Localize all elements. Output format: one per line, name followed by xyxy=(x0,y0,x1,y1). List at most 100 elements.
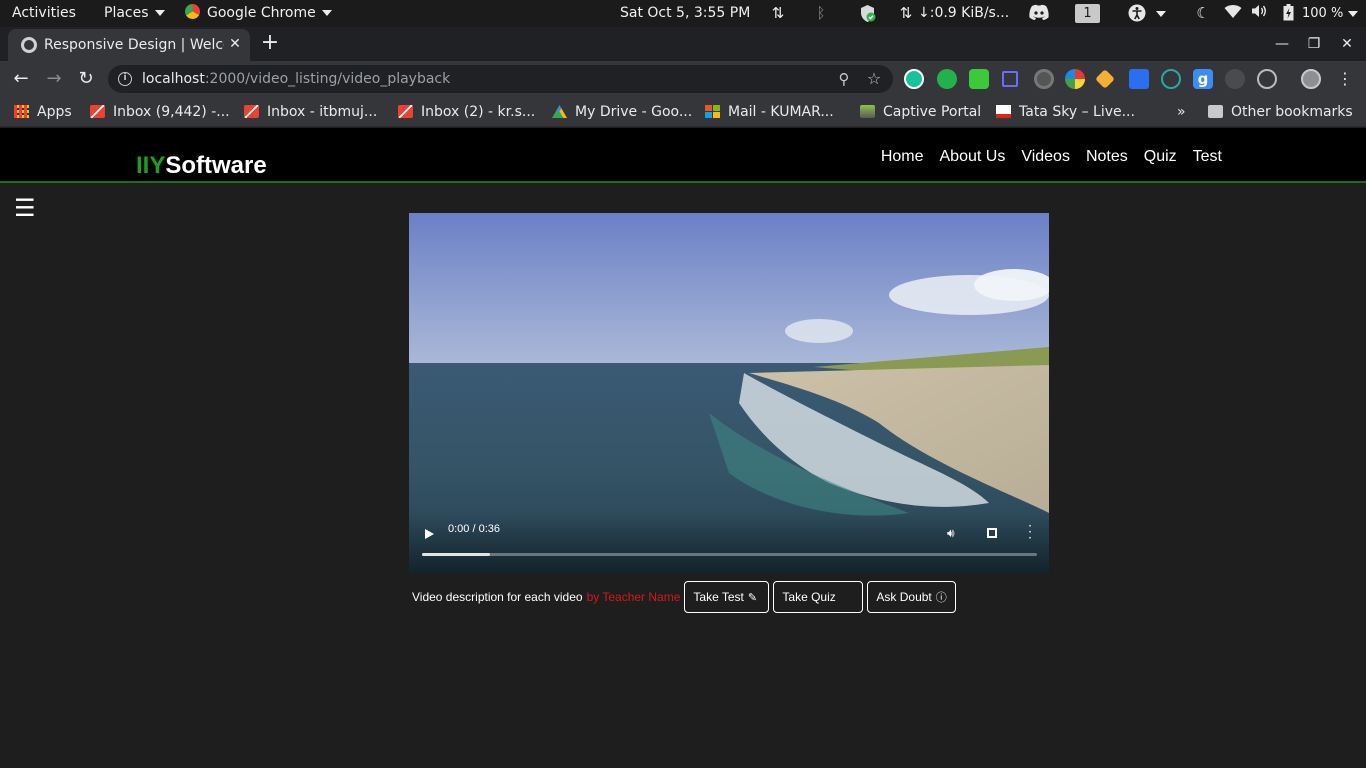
back-arrow-icon[interactable]: ← xyxy=(7,65,35,93)
places-menu[interactable]: Places xyxy=(104,0,165,27)
record-extension-icon[interactable] xyxy=(1034,69,1054,89)
battery-icon[interactable] xyxy=(1281,4,1295,23)
hamburger-menu-icon[interactable]: ☰ xyxy=(14,196,36,220)
nav-about-us[interactable]: About Us xyxy=(940,148,1006,166)
teal-extension-icon[interactable] xyxy=(1161,69,1181,89)
hand-extension-icon[interactable] xyxy=(937,69,957,89)
nav-videos[interactable]: Videos xyxy=(1021,148,1070,166)
accessibility-icon[interactable] xyxy=(1128,4,1146,23)
activities-button[interactable]: Activities xyxy=(12,0,76,27)
bluetooth-icon[interactable]: ᛒ xyxy=(813,4,829,23)
gray-extension-icon[interactable] xyxy=(1225,69,1245,89)
zoom-icon[interactable]: ⚲ xyxy=(834,69,854,89)
react-extension-icon[interactable] xyxy=(1257,69,1277,89)
night-light-icon: ☾ xyxy=(1196,4,1210,22)
system-top-bar: Activities Places Google Chrome Sat Oct … xyxy=(0,0,1366,27)
network-transfer-icon: ⇅ xyxy=(771,4,785,22)
restore-icon[interactable]: ❐ xyxy=(1301,31,1327,57)
gmail-icon xyxy=(398,105,413,118)
nav-home[interactable]: Home xyxy=(881,148,924,166)
other-bookmarks-folder[interactable]: Other bookmarks xyxy=(1208,97,1353,127)
take-quiz-button[interactable]: Take Quiz xyxy=(773,581,864,613)
fullscreen-icon[interactable] xyxy=(987,528,997,538)
take-quiz-label: Take Quiz xyxy=(782,590,836,604)
browser-tab[interactable]: Responsive Design | Welcome ✕ xyxy=(8,29,250,61)
play-icon[interactable] xyxy=(425,529,434,539)
tata-sky-icon xyxy=(996,105,1011,118)
minimize-icon[interactable]: — xyxy=(1269,31,1295,57)
chevron-down-icon xyxy=(1348,11,1358,17)
teacher-name[interactable]: by Teacher Name xyxy=(587,590,681,604)
chip-extension-icon[interactable] xyxy=(1002,71,1018,87)
bookmark-mail[interactable]: Mail - KUMAR... xyxy=(705,97,834,127)
bookmark-label: Inbox (9,442) -... xyxy=(113,104,230,120)
new-tab-button[interactable]: + xyxy=(258,31,282,55)
bookmarks-bar: Apps Inbox (9,442) -... Inbox - itbmuj..… xyxy=(0,97,1366,127)
bookmark-label: Inbox - itbmuj... xyxy=(267,104,378,120)
network-speed[interactable]: ↓:0.9 KiB/s... xyxy=(918,0,1009,27)
url-text[interactable]: localhost:2000/video_listing/video_playb… xyxy=(142,65,450,93)
close-window-icon[interactable]: ✕ xyxy=(1334,31,1360,57)
bookmark-drive[interactable]: My Drive - Goo... xyxy=(552,97,692,127)
brand-accent: IIY xyxy=(136,152,166,179)
video-description: Video description for each video xyxy=(412,590,583,604)
window-extension-icon[interactable] xyxy=(1129,69,1149,89)
kebab-menu-icon[interactable]: ⋮ xyxy=(1331,65,1359,93)
app-menu[interactable]: Google Chrome xyxy=(185,0,332,27)
grammarly-extension-icon[interactable] xyxy=(904,69,924,89)
green-extension-icon[interactable] xyxy=(969,69,989,89)
bookmark-inbox-3[interactable]: Inbox (2) - kr.s... xyxy=(398,97,535,127)
address-bar[interactable]: i localhost:2000/video_listing/video_pla… xyxy=(108,65,893,93)
color-extension-icon[interactable] xyxy=(1065,69,1085,89)
forward-arrow-icon[interactable]: → xyxy=(40,65,68,93)
shield-icon[interactable] xyxy=(858,4,877,23)
app-label: Google Chrome xyxy=(207,5,316,21)
gmail-icon xyxy=(90,105,105,118)
chevron-down-icon xyxy=(1156,11,1166,17)
close-tab-icon[interactable]: ✕ xyxy=(226,35,244,53)
video-player[interactable]: 0:00 / 0:36 🔊︎ · · · xyxy=(409,213,1049,573)
profile-avatar-icon[interactable] xyxy=(1301,69,1321,89)
bookmark-inbox-2[interactable]: Inbox - itbmuj... xyxy=(244,97,377,127)
captive-portal-icon xyxy=(860,105,875,118)
google-drive-icon xyxy=(552,105,567,118)
nav-test[interactable]: Test xyxy=(1193,148,1222,166)
bookmark-apps[interactable]: Apps xyxy=(14,97,72,127)
pencil-extension-icon[interactable] xyxy=(1095,69,1115,89)
edit-icon: ✎ xyxy=(747,591,758,604)
chevron-down-icon xyxy=(321,10,332,16)
places-label: Places xyxy=(104,5,149,21)
bookmark-star-icon[interactable]: ☆ xyxy=(864,69,884,89)
bookmark-label: Tata Sky – Live... xyxy=(1019,104,1135,120)
video-details-row: Video description for each video by Teac… xyxy=(409,581,957,613)
wifi-icon[interactable] xyxy=(1224,4,1242,23)
info-icon[interactable]: i xyxy=(118,72,132,86)
workspace-indicator[interactable]: 1 xyxy=(1075,4,1100,23)
bookmark-label: Mail - KUMAR... xyxy=(728,104,834,120)
take-test-label: Take Test xyxy=(693,590,744,604)
nav-links: Home About Us Videos Notes Quiz Test xyxy=(881,148,1222,166)
bookmark-tata-sky[interactable]: Tata Sky – Live... xyxy=(996,97,1135,127)
battery-percentage: 100 % xyxy=(1302,6,1344,21)
gmail-icon xyxy=(244,105,259,118)
bookmark-inbox-1[interactable]: Inbox (9,442) -... xyxy=(90,97,230,127)
video-more-options-icon[interactable]: · · · xyxy=(1025,520,1035,544)
g-extension-icon[interactable]: g xyxy=(1193,69,1213,89)
tab-title: Responsive Design | Welcome xyxy=(44,37,224,53)
globe-icon xyxy=(21,37,37,53)
volume-icon[interactable] xyxy=(1251,4,1267,23)
nav-quiz[interactable]: Quiz xyxy=(1144,148,1177,166)
volume-icon[interactable]: 🔊︎ xyxy=(947,526,961,540)
nav-notes[interactable]: Notes xyxy=(1086,148,1128,166)
reload-icon[interactable]: ↻ xyxy=(72,65,100,93)
take-test-button[interactable]: Take Test ✎ xyxy=(684,581,770,613)
bookmark-captive-portal[interactable]: Captive Portal xyxy=(860,97,981,127)
browser-toolbar: ← → ↻ i localhost:2000/video_listing/vid… xyxy=(0,61,1366,97)
other-bookmarks-label: Other bookmarks xyxy=(1231,104,1353,120)
site-logo[interactable]: IIYSoftware xyxy=(136,152,267,180)
clock[interactable]: Sat Oct 5, 3:55 PM xyxy=(620,0,750,27)
ask-doubt-button[interactable]: Ask Doubt ⓘ xyxy=(867,581,957,613)
bookmarks-overflow-button[interactable]: » xyxy=(1177,97,1186,127)
discord-icon[interactable] xyxy=(1028,4,1050,23)
video-progress-bar[interactable] xyxy=(422,553,1037,556)
